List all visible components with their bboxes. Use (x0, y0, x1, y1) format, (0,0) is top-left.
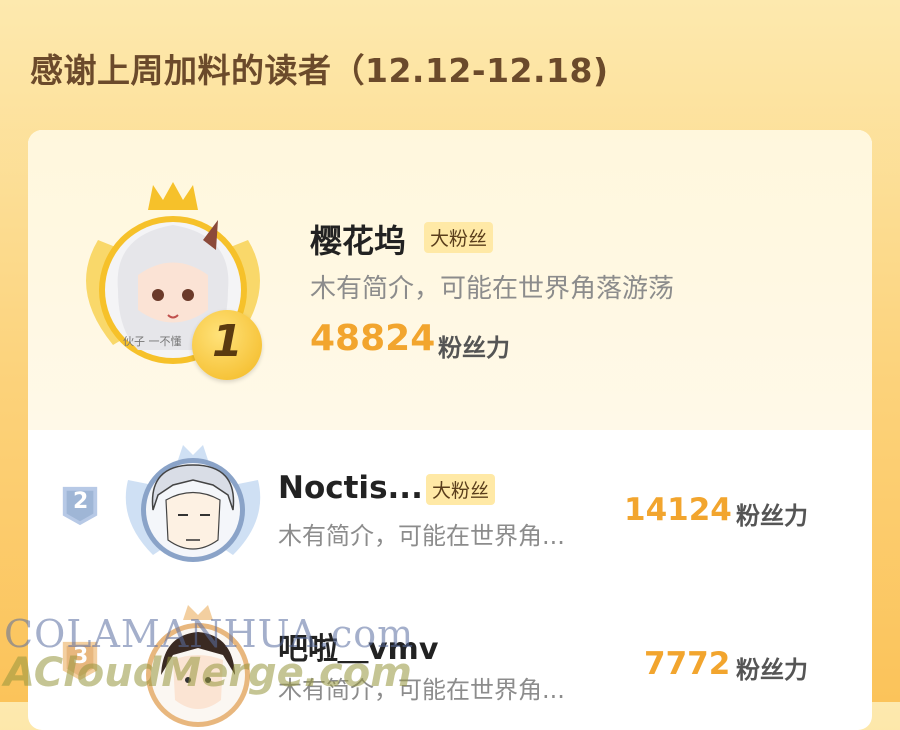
watermark-line2: ACloudMerge.com (4, 650, 412, 696)
reader1-name[interactable]: 樱花坞 (310, 216, 406, 262)
reader1-fan-badge: 大粉丝 (424, 222, 494, 253)
reader3-score: 7772 (644, 646, 731, 682)
rank2-avatar-frame (125, 445, 261, 562)
reader3-score-unit: 粉丝力 (736, 656, 808, 684)
page-title: 感谢上周加料的读者（12.12-12.18) (30, 51, 609, 90)
rank2-number: 2 (73, 489, 89, 514)
rank1-number: 1 (212, 316, 243, 367)
reader2-score: 14124 (624, 492, 732, 528)
rank1-avatar-caption: 伙子 一不懂 (123, 335, 182, 348)
reader1-bio: 木有简介，可能在世界角落游荡 (310, 274, 675, 304)
reader2-name[interactable]: Noctis... (278, 470, 423, 506)
reader1-score: 48824 (310, 318, 436, 359)
reader2-score-unit: 粉丝力 (736, 502, 808, 530)
reader1-score-unit: 粉丝力 (438, 334, 510, 362)
reader2-bio: 木有简介，可能在世界角... (278, 522, 565, 550)
reader2-fan-badge: 大粉丝 (426, 474, 496, 505)
